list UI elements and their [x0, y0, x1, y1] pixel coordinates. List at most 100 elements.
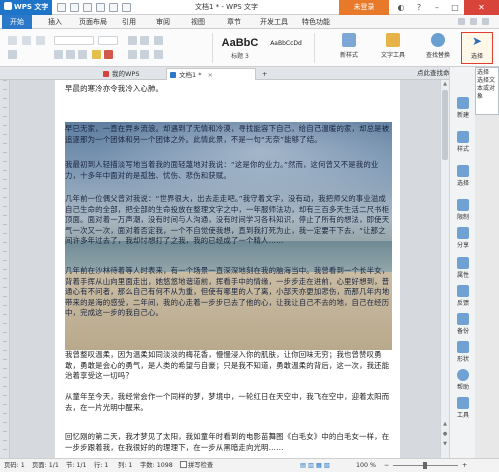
paragraph: 早晨的寒冷亦令我冷入心肺。	[65, 84, 164, 93]
pane-new[interactable]: 新建	[450, 97, 476, 119]
status-row: 行: 1	[94, 462, 109, 469]
tab-page-layout[interactable]: 页面布局	[75, 15, 111, 29]
pane-select[interactable]: 选择	[450, 165, 476, 187]
pane-properties[interactable]: 属性	[450, 257, 476, 279]
indent-icon[interactable]	[154, 36, 163, 45]
login-button[interactable]: 未登录	[339, 0, 389, 15]
pane-shapes[interactable]: 形状	[450, 341, 476, 363]
help-circle-icon	[457, 369, 469, 381]
scroll-up-icon[interactable]: ▲	[441, 80, 449, 88]
save-icon[interactable]	[83, 3, 92, 12]
font-group	[4, 32, 169, 64]
print-icon[interactable]	[96, 3, 105, 12]
tab-home[interactable]: 开始	[2, 15, 32, 29]
view-mode-icons[interactable]: ▤ ▥ ▦ ▧	[300, 459, 330, 472]
paragraph: 我最初到人轻描淡写地当着我的面轻蔑地对我说：“这是你的业力。”然而，这何曾又不是…	[65, 160, 379, 180]
skin-icon[interactable]: ◐	[392, 0, 410, 15]
doc-tab-label: 文档1 *	[179, 71, 202, 79]
paste-icon[interactable]	[8, 36, 17, 45]
collapse-ribbon-icon[interactable]	[458, 18, 465, 25]
wps-home-icon	[103, 71, 109, 77]
maximize-button[interactable]: □	[446, 0, 464, 15]
format-painter-icon[interactable]	[8, 50, 17, 59]
font-size-select[interactable]	[98, 36, 118, 45]
align-center-icon[interactable]	[140, 50, 149, 59]
zoom-out-icon[interactable]: −	[384, 459, 389, 472]
pane-restrict[interactable]: 限制	[450, 199, 476, 221]
feedback-icon	[457, 285, 469, 297]
undo-icon[interactable]	[109, 3, 118, 12]
close-button[interactable]: ✕	[464, 0, 499, 15]
select-button[interactable]: ➤ 选择	[461, 32, 493, 64]
pane-styles[interactable]: 样式	[450, 131, 476, 153]
new-style-icon	[342, 33, 356, 47]
tab-references[interactable]: 引用	[116, 15, 142, 29]
backup-icon	[457, 313, 469, 325]
tab-insert[interactable]: 插入	[40, 15, 70, 29]
new-style-button[interactable]: 新样式	[334, 32, 364, 64]
find-replace-button[interactable]: 查找替换	[420, 32, 456, 64]
scroll-thumb[interactable]	[442, 90, 448, 160]
style-heading3[interactable]: AaBbC 标题 3	[218, 32, 262, 62]
align-left-icon[interactable]	[128, 50, 137, 59]
close-tab-icon[interactable]: ×	[208, 71, 213, 79]
document-area[interactable]: 早晨的寒冷亦令我冷入心肺。 早已无家，一直在异乡流浪。却遇到了无情和冷漠，寻找能…	[10, 80, 440, 458]
number-list-icon[interactable]	[140, 36, 149, 45]
help-icon[interactable]: ?	[410, 0, 428, 15]
app-menu-button[interactable]: WPS 文字▼	[0, 0, 52, 26]
word-count[interactable]: 字数: 1098	[140, 459, 173, 472]
select-tooltip: 选择 选择文本或对象	[475, 67, 499, 115]
font-color-icon[interactable]	[104, 50, 113, 59]
spellcheck-toggle[interactable]: 拼写检查	[180, 459, 213, 472]
prev-page-icon[interactable]: ▲	[441, 420, 449, 428]
pane-label: 帮助	[456, 384, 469, 391]
doc-tab-my-wps[interactable]: 我的WPS	[100, 68, 164, 80]
paragraph: 几年前在沙林待着等人时表来，有一个场景一直深深地刻在我的脑海当中。我曾看到一个长…	[65, 266, 390, 318]
highlight-icon[interactable]	[92, 50, 101, 59]
style-heading3-label: 标题 3	[231, 53, 249, 60]
doc-tab-label: 我的WPS	[112, 70, 140, 78]
pane-label: 选择	[456, 180, 469, 187]
new-tab-button[interactable]: +	[259, 68, 273, 80]
style-normal[interactable]: AaBbCcDd	[262, 32, 310, 62]
share-icon	[457, 227, 469, 239]
open-folder-icon[interactable]	[70, 3, 79, 12]
new-document-icon[interactable]	[57, 3, 66, 12]
help-small-icon[interactable]	[482, 18, 489, 25]
next-page-icon[interactable]: ▼	[441, 440, 449, 448]
pane-help[interactable]: 帮助	[450, 369, 476, 391]
vertical-scrollbar[interactable]: ▲ ▲ ● ▼	[440, 80, 449, 458]
pane-share[interactable]: 分享	[450, 227, 476, 249]
styles-icon	[457, 131, 469, 143]
bold-icon[interactable]	[54, 50, 63, 59]
pane-backup[interactable]: 备份	[450, 313, 476, 335]
tab-developer[interactable]: 开发工具	[256, 15, 292, 29]
font-family-select[interactable]	[54, 36, 94, 45]
tab-features[interactable]: 特色功能	[298, 15, 334, 29]
tab-chapter[interactable]: 章节	[221, 15, 247, 29]
bullet-list-icon[interactable]	[128, 36, 137, 45]
search-icon	[431, 33, 445, 47]
select-browse-icon[interactable]: ●	[441, 430, 449, 438]
task-pane: 新建 样式 选择 限制 分享 属性 反馈 备份 形状 帮助 工具	[449, 67, 475, 458]
checkbox-icon	[180, 461, 187, 468]
tab-review[interactable]: 审阅	[150, 15, 176, 29]
redo-icon[interactable]	[122, 3, 131, 12]
doc-tab-document1[interactable]: 文档1 * ×	[166, 68, 256, 80]
pane-tools[interactable]: 工具	[450, 397, 476, 419]
underline-icon[interactable]	[78, 50, 87, 59]
document-page[interactable]: 早晨的寒冷亦令我冷入心肺。 早已无家，一直在异乡流浪。却遇到了无情和冷漠，寻找能…	[55, 80, 400, 458]
settings-icon[interactable]	[470, 18, 477, 25]
align-right-icon[interactable]	[154, 50, 163, 59]
minimize-button[interactable]: –	[428, 0, 446, 15]
text-tools-button[interactable]: 文字工具	[375, 32, 411, 64]
zoom-level[interactable]: 100 %	[356, 459, 376, 472]
italic-icon[interactable]	[66, 50, 75, 59]
cut-icon[interactable]	[22, 36, 31, 45]
tab-view[interactable]: 视图	[185, 15, 211, 29]
pane-feedback[interactable]: 反馈	[450, 285, 476, 307]
document-tabs: 我的WPS 文档1 * × + 点此查找命令	[0, 67, 499, 80]
zoom-in-icon[interactable]: +	[462, 459, 467, 472]
copy-icon[interactable]	[36, 36, 45, 45]
zoom-slider-knob[interactable]	[423, 462, 427, 469]
